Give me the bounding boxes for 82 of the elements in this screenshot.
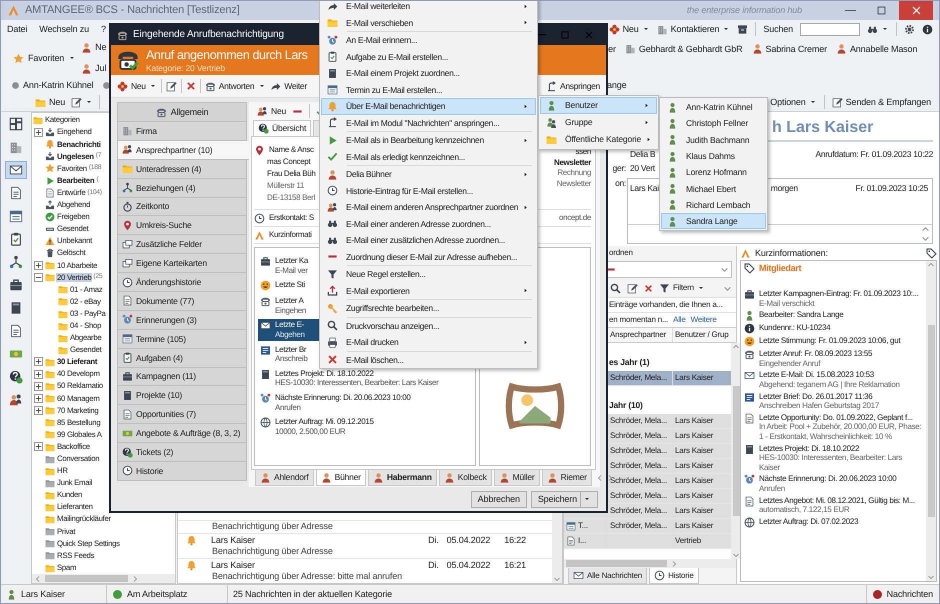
table-cell: Lars Kaiser: [675, 373, 714, 383]
status-user: Lars Kaiser: [21, 588, 65, 600]
info-detail: Abgehend: teganem AG | Ihre Reklamation: [759, 380, 900, 390]
table-cell: I...: [578, 536, 586, 546]
field-label: ger:: [612, 162, 626, 173]
address-line: mas Concept: [267, 157, 310, 168]
info-detail: Anrufen: [759, 484, 786, 494]
info-detail: E-Mail verschickt: [759, 298, 816, 308]
section-title: Name & Ansc: [269, 145, 314, 155]
snippet-heading: Newsletter: [554, 158, 591, 168]
table-cell: Schröder, Mela...: [610, 491, 668, 501]
notice-text: Einträge vorhanden, die Ihnen a...: [609, 300, 723, 310]
dialog-title: Eingehende Anrufbenachrichtigung: [133, 29, 284, 41]
field-value: 20 Vert: [630, 162, 655, 174]
table-cell: Schröder, Mela...: [610, 431, 668, 441]
table-cell: Lars Kaiser: [675, 416, 714, 426]
info-title: Letzte Stimmung: Fr. 01.09.2023 10:06, gut: [759, 336, 900, 346]
address-line: Müllerstr 11: [267, 181, 304, 192]
table-cell: Schröder, Mela...: [610, 506, 668, 516]
message-day: Di.: [428, 560, 439, 570]
address-line: DE-13158 Berl: [267, 193, 315, 204]
info-title: Letzter Auftrag: Di. 07.02.2023: [759, 516, 858, 526]
table-cell: Schröder, Mela...: [610, 476, 668, 486]
info-title: Letztes Angebot: Mi. 08.12.2021, Gültig bis: M...: [759, 496, 915, 506]
info-title: Kundennr.: KU-10234: [759, 323, 830, 333]
first-contact-text: Erstkontakt: S: [269, 213, 314, 223]
field-value: Delia B: [630, 148, 656, 160]
table-cell: Schröder, Mela...: [610, 521, 668, 531]
message-date: 05.04.2022: [446, 560, 490, 570]
tagline: the enterprise information hub: [686, 5, 802, 16]
table-cell: Lars Kaiser: [675, 476, 714, 486]
info-title: Letzter Anruf: Fr. 08.09.2023 13:55: [759, 349, 872, 359]
snippet-text: Newsletter: [556, 178, 591, 188]
message-date: 05.04.2022: [446, 534, 490, 546]
note-date: Fr. 01.09.2023 10:25: [856, 183, 928, 194]
table-cell: T...: [578, 521, 588, 531]
info-title: Letztes Projekt: Di. 18.10.2022: [759, 444, 860, 454]
table-cell: Lars Kaiser: [675, 521, 714, 531]
info-title: Letzter Brief: Do. 26.01.2017 11:36: [759, 392, 874, 402]
table-cell: Lars Kaiser: [675, 506, 714, 516]
message-time: 16:21: [504, 560, 526, 570]
note-text: morgen: [770, 183, 798, 194]
table-cell: Schröder, Mela...: [610, 416, 668, 426]
search-label: Suchen: [763, 24, 793, 34]
panel-title: Kurzinformationen:: [755, 248, 828, 258]
dialog-category: Kategorie: 20 Vertrieb: [146, 62, 226, 74]
status-module: Nachrichten: [886, 588, 933, 600]
table-cell: Schröder, Mela...: [610, 461, 668, 471]
info-title: Letzter Kampagnen-Eintrag: Fr. 01.09.2023 10:...: [759, 289, 918, 299]
message-time: 16:22: [504, 534, 526, 546]
info-title: Letzte Opportunity: Do. 01.09.2022, Geplant f...: [759, 412, 914, 422]
table-cell: Schröder, Mela...: [610, 373, 668, 383]
info-detail: Anschreiben Hafen Geburtstag 2017: [759, 401, 879, 411]
table-cell: Lars Kaiser: [675, 491, 714, 501]
info-title: Bearbeiter: Sandra Lange: [759, 310, 844, 320]
note-author: Lars Kai: [630, 183, 659, 194]
message-title: h Lars Kaiser: [772, 119, 874, 136]
status-count: 25 Nachrichten in der aktuellen Kategorie: [233, 588, 392, 600]
address-line: Frau Delia Büh: [267, 169, 316, 180]
info-detail: HES-10030: Interessenten, Bearbeiter: Lars Kaiser: [759, 453, 904, 472]
message-day: Di.: [428, 534, 439, 546]
snippet-text: Rechnung: [557, 168, 591, 178]
table-cell: Lars Kaiser: [675, 431, 714, 441]
table-cell: Lars Kaiser: [675, 461, 714, 471]
window-title: AMTANGEE® BCS - Nachrichten [Testlizenz]: [25, 4, 240, 18]
dialog-heading: Anruf angenommen durch Lars: [146, 46, 308, 63]
info-title: Letzte E-Mail: Di. 15.08.2023 10:53: [759, 370, 875, 380]
field-label: on:: [615, 178, 626, 188]
table-cell: Vertrieb: [675, 536, 701, 546]
info-detail: In Arbeit: Pool + Zubehör, 20.000,00 EUR, Phase: 1 - Erstkontakt, Wahrscheinlichkeit: 10 %: [759, 422, 922, 442]
snippet-text: ssen: [576, 147, 591, 157]
call-date: Anrufdatum: Fr. 01.09.2023 10:22: [815, 148, 933, 160]
member-type-label: Mitgliedart: [759, 263, 802, 274]
panel-title: ordnen: [609, 248, 633, 258]
notice-text: en momentan n...: [609, 315, 668, 325]
table-cell: Schröder, Mela...: [610, 446, 668, 456]
info-detail: Eingehender Anruf: [759, 358, 822, 368]
info-title: Nächste Erinnerung: Di. 20.06.2023 10:00: [759, 474, 896, 484]
status-presence: Am Arbeitsplatz: [127, 588, 188, 600]
section-title: Kurzinformati: [269, 230, 312, 240]
table-cell: Lars Kaiser: [675, 446, 714, 456]
info-detail: automatisch, 7.122,15 EUR: [759, 505, 850, 515]
